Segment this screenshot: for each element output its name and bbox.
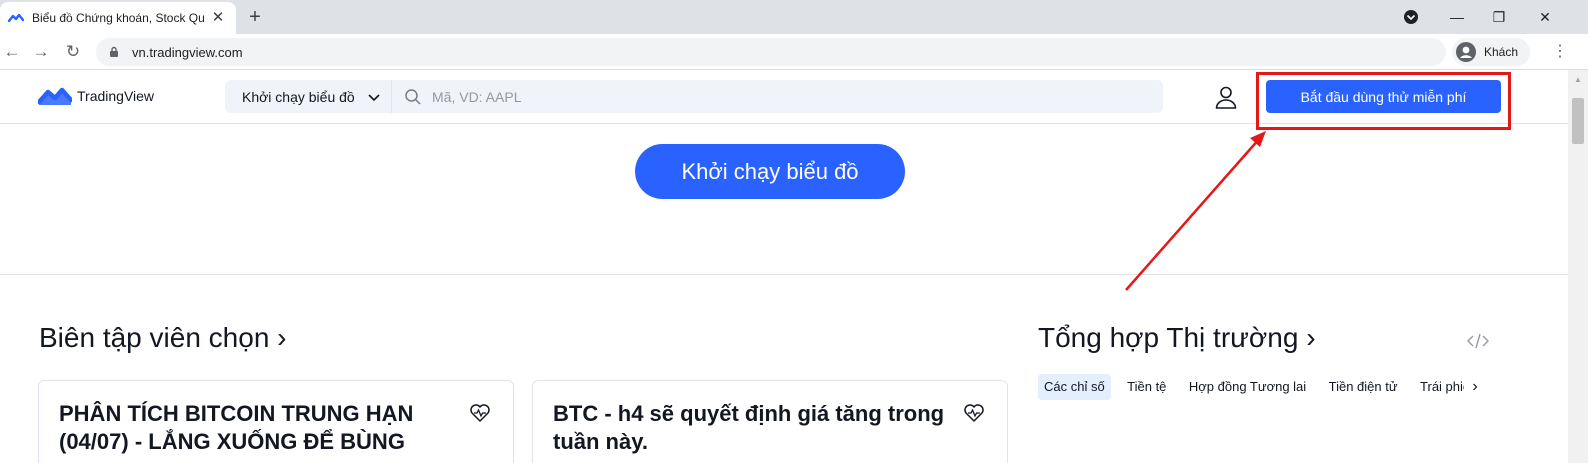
tabs-next-button[interactable]: › xyxy=(1464,376,1486,398)
launch-chart-dropdown-label: Khởi chạy biểu đồ xyxy=(242,88,355,105)
back-button[interactable]: ← xyxy=(0,40,24,64)
minimize-window-button[interactable]: — xyxy=(1446,6,1468,28)
browser-tab[interactable]: Biểu đồ Chứng khoán, Stock Quo ✕ xyxy=(0,2,236,34)
tab-search-icon[interactable] xyxy=(1400,6,1422,28)
idea-card-title[interactable]: BTC - h4 sẽ quyết định giá tăng trong tu… xyxy=(553,400,948,456)
idea-card-title[interactable]: PHÂN TÍCH BITCOIN TRUNG HẠN (04/07) - LẮ… xyxy=(59,400,454,456)
idea-card[interactable]: PHÂN TÍCH BITCOIN TRUNG HẠN (04/07) - LẮ… xyxy=(38,380,514,463)
search-icon xyxy=(405,88,421,105)
tradingview-logo-icon xyxy=(38,87,72,105)
tradingview-logo[interactable]: TradingView xyxy=(38,86,154,106)
launch-chart-button[interactable]: Khởi chạy biểu đồ xyxy=(635,144,905,199)
tab-indices[interactable]: Các chỉ số xyxy=(1038,374,1111,400)
close-window-button[interactable]: ✕ xyxy=(1534,6,1556,28)
reload-button[interactable]: ↻ xyxy=(61,40,85,64)
new-tab-button[interactable]: + xyxy=(244,6,266,28)
site-header: TradingView Khởi chạy biểu đồ Mã, VD: AA… xyxy=(0,70,1568,130)
address-bar[interactable]: vn.tradingview.com xyxy=(96,38,1446,66)
section-divider xyxy=(0,274,1568,275)
scroll-up-icon[interactable]: ▲ xyxy=(1572,74,1584,86)
url-text: vn.tradingview.com xyxy=(132,44,243,60)
tab-close-icon[interactable]: ✕ xyxy=(210,10,226,26)
guest-avatar-icon xyxy=(1456,42,1476,62)
boost-heart-icon[interactable] xyxy=(963,403,985,423)
tab-title: Biểu đồ Chứng khoán, Stock Quo xyxy=(32,11,204,25)
tradingview-favicon-icon xyxy=(8,13,24,23)
boost-heart-icon[interactable] xyxy=(469,403,491,423)
chevron-down-icon xyxy=(368,94,380,102)
forward-button[interactable]: → xyxy=(29,40,53,64)
tab-futures[interactable]: Hợp đồng Tương lai xyxy=(1183,374,1312,400)
lock-icon xyxy=(110,46,118,57)
page-scrollbar[interactable]: ▲ xyxy=(1568,70,1588,463)
tab-crypto[interactable]: Tiền điện tử xyxy=(1323,374,1404,400)
scrollbar-thumb[interactable] xyxy=(1572,98,1584,144)
highlight-box xyxy=(1256,72,1511,130)
browser-toolbar: ← → ↻ vn.tradingview.com Khách ⋮ xyxy=(0,34,1588,70)
tab-currencies[interactable]: Tiền tệ xyxy=(1121,374,1172,400)
launch-chart-dropdown[interactable]: Khởi chạy biểu đồ xyxy=(225,80,391,113)
browser-menu-icon[interactable]: ⋮ xyxy=(1552,42,1568,62)
browser-tabstrip: Biểu đồ Chứng khoán, Stock Quo ✕ + — ❐ ✕ xyxy=(0,0,1588,34)
profile-label: Khách xyxy=(1484,45,1519,59)
market-tabs: Các chỉ số Tiền tệ Hợp đồng Tương lai Ti… xyxy=(1038,374,1488,402)
editors-picks-title[interactable]: Biên tập viên chọn › xyxy=(39,322,287,354)
embed-code-icon[interactable] xyxy=(1466,332,1490,350)
restore-window-button[interactable]: ❐ xyxy=(1488,6,1510,28)
user-icon[interactable] xyxy=(1213,84,1239,110)
logo-text: TradingView xyxy=(77,88,155,104)
market-summary-title[interactable]: Tổng hợp Thị trường › xyxy=(1038,322,1316,354)
profile-button[interactable]: Khách xyxy=(1452,38,1530,66)
idea-card[interactable]: BTC - h4 sẽ quyết định giá tăng trong tu… xyxy=(532,380,1008,463)
search-placeholder: Mã, VD: AAPL xyxy=(432,88,522,105)
web-page: TradingView Khởi chạy biểu đồ Mã, VD: AA… xyxy=(0,70,1568,463)
symbol-search-input[interactable]: Mã, VD: AAPL xyxy=(391,80,1163,113)
